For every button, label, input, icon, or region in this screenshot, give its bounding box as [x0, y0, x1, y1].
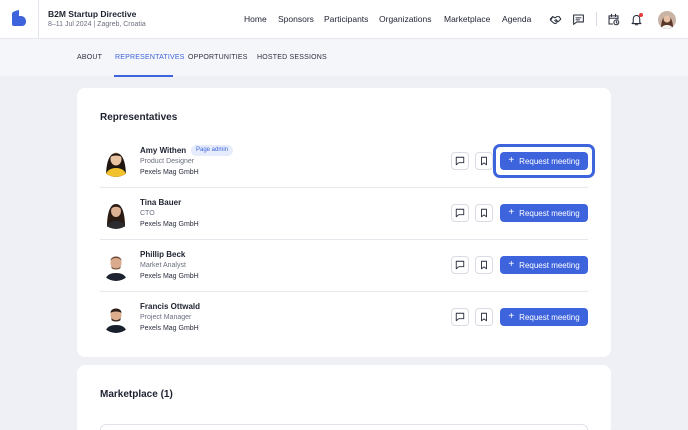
representative-name[interactable]: Tina Bauer: [140, 198, 181, 207]
handshake-icon[interactable]: [547, 11, 563, 27]
tab-opportunities[interactable]: OPPORTUNITIES: [188, 54, 248, 61]
header-separator: [596, 12, 597, 26]
request-meeting-label: Request meeting: [519, 208, 580, 218]
message-button[interactable]: [451, 204, 469, 222]
user-avatar[interactable]: [658, 11, 676, 29]
marketplace-item[interactable]: [100, 424, 588, 430]
event-subtitle: 8–11 Jul 2024 | Zagreb, Croatia: [48, 21, 146, 28]
top-bar: B2M Startup Directive 8–11 Jul 2024 | Za…: [0, 0, 688, 38]
representative-row: Francis Ottwald Project Manager Pexels M…: [100, 292, 588, 344]
representative-name[interactable]: Phillip Beck: [140, 250, 185, 259]
section-tabs: ABOUT REPRESENTATIVES OPPORTUNITIES HOST…: [0, 38, 688, 77]
request-meeting-label: Request meeting: [519, 260, 580, 270]
nav-sponsors[interactable]: Sponsors: [278, 14, 314, 24]
representative-role: Project Manager: [140, 314, 192, 321]
avatar[interactable]: [100, 197, 132, 229]
request-meeting-button[interactable]: + Request meeting: [500, 308, 588, 326]
message-button[interactable]: [451, 308, 469, 326]
tab-hosted-sessions[interactable]: HOSTED SESSIONS: [257, 54, 327, 61]
message-button[interactable]: [451, 256, 469, 274]
nav-organizations[interactable]: Organizations: [379, 14, 431, 24]
bookmark-icon: [481, 260, 487, 270]
nav-participants[interactable]: Participants: [324, 14, 368, 24]
chat-bubble-icon: [455, 208, 465, 218]
nav-agenda[interactable]: Agenda: [502, 14, 531, 24]
bookmark-button[interactable]: [475, 308, 493, 326]
avatar[interactable]: [100, 145, 132, 177]
representative-name[interactable]: Francis Ottwald: [140, 302, 200, 311]
notification-dot: [639, 13, 643, 17]
representative-role: CTO: [140, 210, 155, 217]
representative-organization: Pexels Mag GmbH: [140, 273, 199, 280]
bookmark-button[interactable]: [475, 204, 493, 222]
representative-row: Amy Withen Page admin Product Designer P…: [100, 136, 595, 188]
plus-icon: +: [508, 259, 515, 270]
tab-about[interactable]: ABOUT: [77, 54, 102, 61]
request-meeting-label: Request meeting: [519, 156, 580, 166]
representative-name[interactable]: Amy Withen: [140, 146, 186, 155]
plus-icon: +: [508, 207, 515, 218]
bookmark-icon: [481, 312, 487, 322]
bookmark-icon: [481, 208, 487, 218]
active-tab-indicator: [114, 75, 173, 77]
plus-icon: +: [508, 311, 515, 322]
representative-row: Tina Bauer CTO Pexels Mag GmbH + Request…: [100, 188, 588, 240]
bookmark-button[interactable]: [475, 256, 493, 274]
chat-bubble-icon: [455, 260, 465, 270]
request-meeting-button[interactable]: + Request meeting: [500, 152, 588, 170]
chat-bubble-icon: [455, 156, 465, 166]
page-admin-badge: Page admin: [191, 145, 234, 156]
representatives-title: Representatives: [100, 112, 178, 123]
bookmark-button[interactable]: [475, 152, 493, 170]
chat-bubble-icon: [455, 312, 465, 322]
representative-role: Market Analyst: [140, 262, 186, 269]
marketplace-title: Marketplace (1): [100, 389, 173, 400]
representative-organization: Pexels Mag GmbH: [140, 169, 199, 176]
request-meeting-button[interactable]: + Request meeting: [500, 204, 588, 222]
request-meeting-button[interactable]: + Request meeting: [500, 256, 588, 274]
representative-row: Phillip Beck Market Analyst Pexels Mag G…: [100, 240, 588, 292]
nav-marketplace[interactable]: Marketplace: [444, 14, 490, 24]
tab-representatives[interactable]: REPRESENTATIVES: [115, 54, 185, 61]
nav-home[interactable]: Home: [244, 14, 267, 24]
bookmark-icon: [481, 156, 487, 166]
event-title: B2M Startup Directive: [48, 9, 137, 19]
avatar[interactable]: [100, 249, 132, 281]
representative-organization: Pexels Mag GmbH: [140, 221, 199, 228]
chat-icon[interactable]: [570, 11, 586, 27]
representative-organization: Pexels Mag GmbH: [140, 325, 199, 332]
plus-icon: +: [508, 155, 515, 166]
header-divider: [38, 0, 39, 38]
avatar[interactable]: [100, 301, 132, 333]
app-logo[interactable]: [12, 9, 26, 26]
request-meeting-label: Request meeting: [519, 312, 580, 322]
representative-role: Product Designer: [140, 158, 195, 165]
message-button[interactable]: [451, 152, 469, 170]
calendar-clock-icon[interactable]: [605, 11, 621, 27]
